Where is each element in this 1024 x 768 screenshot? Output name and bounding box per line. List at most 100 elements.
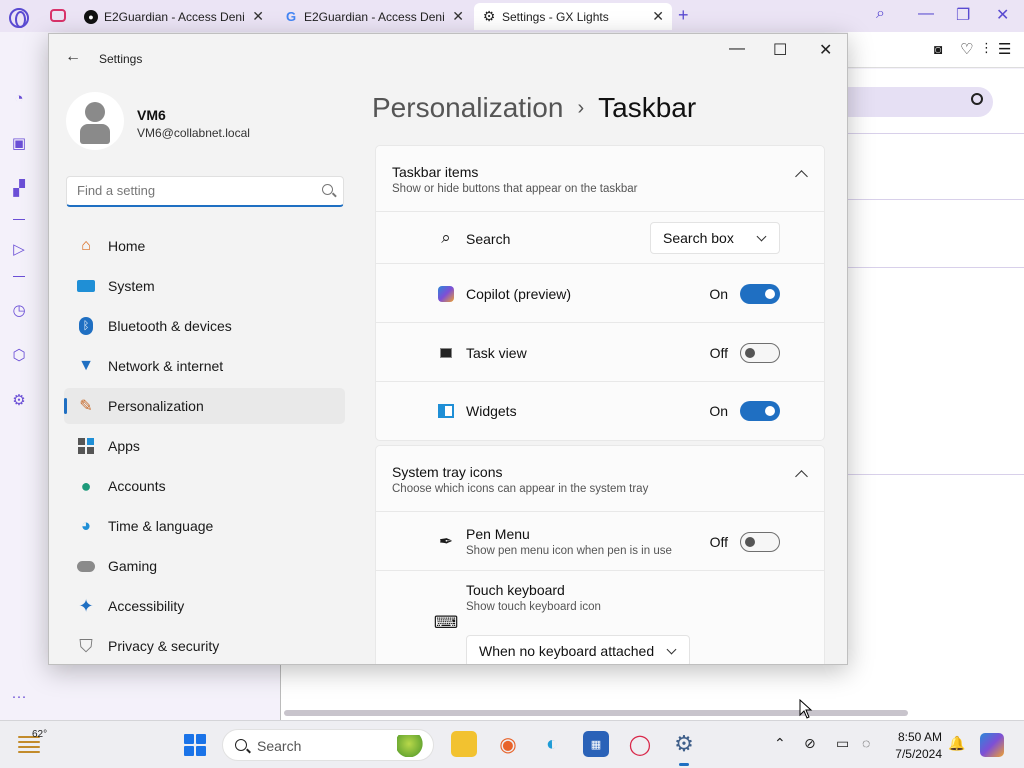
sidebar-item-accessibility[interactable]: ✦ Accessibility — [64, 588, 345, 624]
browser-tab[interactable]: G E2Guardian - Access Denie ✕ — [276, 3, 472, 30]
history-icon[interactable]: ◷ — [10, 302, 28, 320]
apps-icon — [76, 436, 96, 456]
search-tabs-icon[interactable]: ⌕ — [876, 5, 885, 23]
horizontal-scrollbar[interactable] — [284, 710, 908, 716]
camera-icon[interactable]: ◙ — [934, 41, 942, 57]
settings-nav: ⌂ Home System ᛒ Bluetooth & devices ▼ Ne… — [64, 228, 345, 664]
row-label: Copilot (preview) — [466, 286, 572, 302]
close-tab-icon[interactable]: ✕ — [252, 8, 264, 25]
clock-date: 7/5/2024 — [895, 747, 942, 761]
opera-gx-icon[interactable]: ◯ — [627, 731, 653, 757]
breadcrumb-parent[interactable]: Personalization — [372, 92, 563, 123]
copilot-row: Copilot (preview) On — [376, 264, 824, 323]
page-search-bar[interactable] — [848, 87, 993, 117]
find-setting-field[interactable] — [66, 176, 344, 207]
maximize-button[interactable]: ☐ — [773, 40, 787, 60]
home-icon: ⌂ — [81, 237, 91, 254]
easy-setup-icon[interactable]: ☰ — [998, 40, 1011, 58]
back-arrow-icon[interactable]: ← — [65, 48, 81, 66]
taskbar-items-header[interactable]: Taskbar items Show or hide buttons that … — [376, 146, 824, 212]
divider — [848, 133, 1024, 134]
network-icon[interactable]: ⊘ — [804, 735, 816, 752]
system-clock[interactable]: 8:50 AM 7/5/2024 — [890, 729, 942, 763]
copilot-taskbar-icon[interactable] — [980, 733, 1004, 757]
edge-icon[interactable]: ◐ — [539, 731, 565, 757]
breadcrumb-separator: › — [577, 97, 585, 119]
twitch-icon[interactable]: ▞ — [10, 180, 28, 198]
bluetooth-icon: ᛒ — [76, 316, 96, 336]
sidebar-item-label: Network & internet — [108, 358, 224, 374]
start-button[interactable] — [184, 734, 206, 756]
row-label: Search — [466, 231, 511, 247]
sidebar-divider — [13, 276, 25, 277]
more-icon[interactable]: ··· — [10, 688, 28, 706]
row-description: Show touch keyboard icon — [466, 601, 601, 613]
page-title: Taskbar — [598, 92, 697, 123]
close-tab-icon[interactable]: ✕ — [652, 8, 664, 25]
dropdown-value: When no keyboard attached — [479, 643, 655, 659]
system-tray-header[interactable]: System tray icons Choose which icons can… — [376, 446, 824, 512]
gx-control-icon[interactable]: ◔ — [10, 90, 28, 108]
restore-browser-button[interactable]: ❐ — [956, 5, 970, 25]
chevron-up-icon[interactable]: ⌃ — [774, 735, 786, 752]
opera-gx-logo[interactable] — [9, 8, 29, 28]
chevron-down-icon — [666, 644, 677, 655]
widgets-row: Widgets On — [376, 382, 824, 440]
gx-store-icon[interactable]: ▣ — [10, 135, 28, 153]
sidebar-item-home[interactable]: ⌂ Home — [64, 228, 345, 264]
notification-bell-icon[interactable]: 🔔 — [948, 735, 965, 752]
sidebar-item-label: Home — [108, 238, 146, 254]
gx-tab-icon[interactable] — [50, 9, 66, 22]
github-icon: ● — [84, 9, 98, 24]
browser-tab[interactable]: ● E2Guardian - Access Denie ✕ — [76, 3, 272, 30]
user-name: VM6 — [137, 107, 166, 123]
sidebar-item-label: System — [108, 278, 155, 294]
search-mode-dropdown[interactable]: Search box — [650, 222, 780, 254]
task-view-toggle[interactable] — [740, 343, 780, 363]
new-tab-button[interactable]: + — [678, 5, 689, 26]
sidebar-item-system[interactable]: System — [64, 268, 345, 304]
close-browser-button[interactable]: ✕ — [996, 5, 1009, 25]
firefox-icon[interactable]: ◉ — [495, 731, 521, 757]
taskbar-items-section: Taskbar items Show or hide buttons that … — [375, 145, 825, 441]
player-icon[interactable]: ▷ — [10, 241, 28, 259]
settings-app-icon[interactable]: ⚙ — [671, 731, 697, 766]
minimize-browser-button[interactable]: — — [918, 5, 934, 23]
sidebar-item-time-language[interactable]: ◕ Time & language — [64, 508, 345, 544]
dropdown-value: Search box — [663, 230, 734, 246]
cube-icon[interactable]: ⬡ — [10, 347, 28, 365]
sidebar-item-network[interactable]: ▼ Network & internet — [64, 348, 345, 384]
row-description: Show pen menu icon when pen is in use — [466, 545, 672, 557]
display-icon[interactable]: ▭ — [836, 735, 849, 752]
pen-menu-toggle[interactable] — [740, 532, 780, 552]
store-icon[interactable]: ▦ — [583, 731, 609, 757]
sidebar-item-label: Time & language — [108, 518, 214, 534]
sidebar-item-privacy[interactable]: ⛉ Privacy & security — [64, 628, 345, 664]
taskbar-search[interactable]: Search — [222, 729, 434, 761]
close-button[interactable]: ✕ — [819, 40, 832, 60]
volume-icon[interactable]: ◌ — [862, 735, 870, 751]
sidebar-item-gaming[interactable]: Gaming — [64, 548, 345, 584]
menu-dots-icon[interactable]: ⋮ — [980, 40, 993, 56]
touch-keyboard-dropdown[interactable]: When no keyboard attached — [466, 635, 690, 664]
copilot-toggle[interactable] — [740, 284, 780, 304]
browser-tab-active[interactable]: ⚙ Settings - GX Lights ✕ — [474, 3, 672, 30]
browser-tabbar: ● E2Guardian - Access Denie ✕ G E2Guardi… — [0, 0, 1024, 32]
account-icon: ● — [80, 475, 92, 496]
find-setting-input[interactable] — [77, 183, 307, 198]
close-tab-icon[interactable]: ✕ — [452, 8, 464, 25]
avatar[interactable] — [66, 92, 124, 150]
sidebar-item-accounts[interactable]: ● Accounts — [64, 468, 345, 504]
settings-window: ← Settings — ☐ ✕ VM6 VM6@collabnet.local… — [48, 33, 848, 665]
heart-icon[interactable]: ♡ — [960, 40, 973, 58]
touch-keyboard-row: ⌨ Touch keyboard Show touch keyboard ico… — [376, 571, 824, 664]
minimize-button[interactable]: — — [729, 40, 745, 58]
browser-toolbar: ◙ ♡ ⋮ ☰ — [848, 32, 1024, 68]
settings-gear-icon[interactable]: ⚙ — [10, 392, 28, 410]
sidebar-item-bluetooth[interactable]: ᛒ Bluetooth & devices — [64, 308, 345, 344]
sidebar-item-apps[interactable]: Apps — [64, 428, 345, 464]
widgets-toggle[interactable] — [740, 401, 780, 421]
sidebar-item-personalization[interactable]: ✎ Personalization — [64, 388, 345, 424]
sidebar-item-label: Accounts — [108, 478, 166, 494]
file-explorer-icon[interactable] — [451, 731, 477, 757]
